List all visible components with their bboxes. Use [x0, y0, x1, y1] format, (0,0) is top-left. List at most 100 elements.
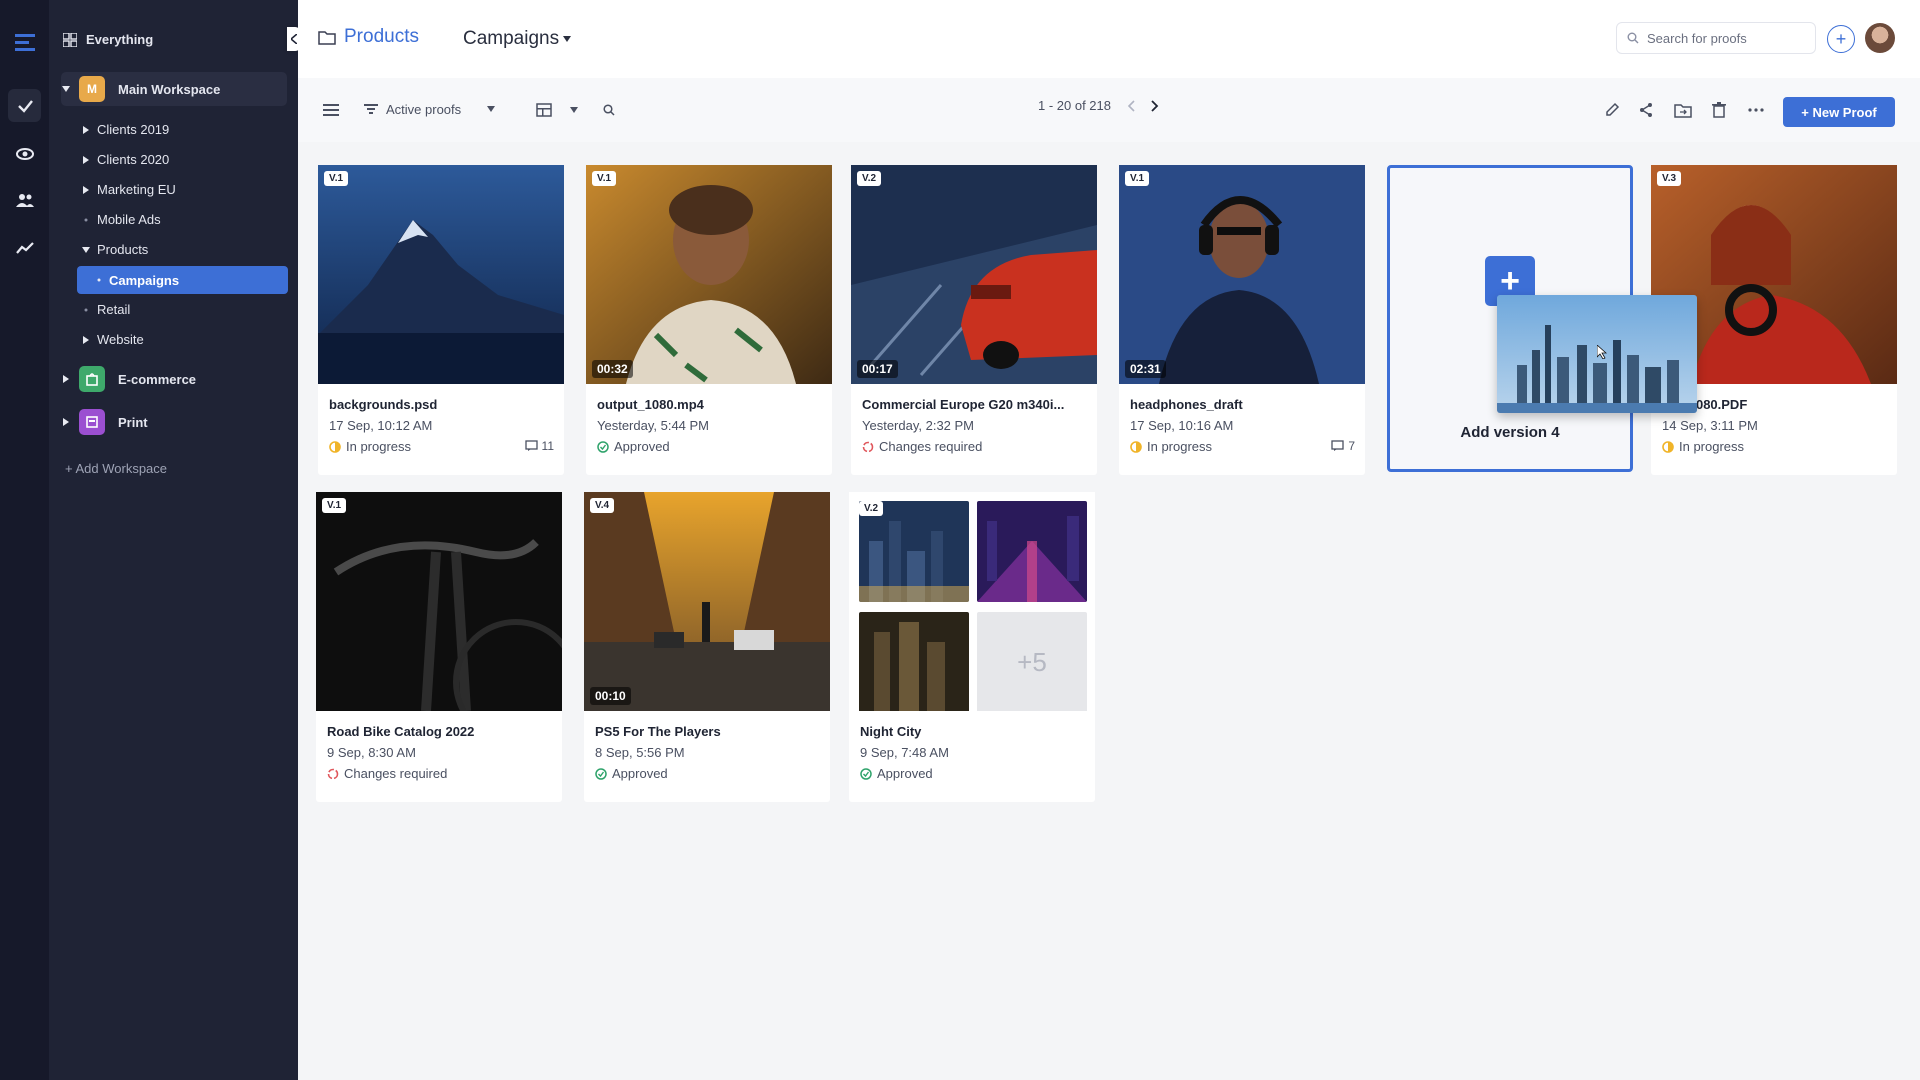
proofs-check-icon[interactable]: [8, 89, 41, 122]
proof-title[interactable]: output_1080.mp4: [597, 397, 817, 412]
folder-label: Clients 2020: [97, 152, 170, 167]
chevron-right-icon[interactable]: [81, 185, 91, 194]
dragged-skyline-image[interactable]: [1497, 295, 1697, 413]
filter-label: Active proofs: [386, 101, 462, 117]
sidebar-item-marketing-eu[interactable]: Marketing EU: [81, 182, 330, 197]
chevron-right-icon[interactable]: [61, 375, 71, 383]
chevron-down-icon[interactable]: [61, 86, 71, 92]
search-icon[interactable]: [603, 98, 615, 122]
sidebar: Everything M Main Workspace Clients 2019…: [49, 0, 298, 1080]
status-label: Changes required: [879, 439, 983, 454]
proof-card[interactable]: V.4 00:10 PS5 For The Players 8 Sep, 5:5…: [584, 492, 830, 802]
share-icon[interactable]: [1638, 98, 1654, 122]
proof-card[interactable]: V.1 backgrounds.psd 17 Sep, 10:12 AM In …: [318, 165, 564, 475]
comment-count[interactable]: 7: [1331, 439, 1355, 453]
breadcrumb-products[interactable]: Products: [318, 26, 419, 48]
caret-down-icon: [487, 106, 496, 112]
version-badge: V.3: [1657, 171, 1682, 186]
status-label: In progress: [346, 439, 412, 454]
chevron-right-icon[interactable]: [81, 155, 91, 164]
workspace-print[interactable]: Print: [61, 405, 310, 439]
changes-required-icon: [327, 768, 339, 780]
proof-title[interactable]: headphones_draft: [1130, 397, 1350, 412]
dot-icon: [81, 308, 91, 312]
sidebar-item-products[interactable]: Products: [81, 242, 330, 257]
status-changes-required: Changes required: [862, 439, 982, 454]
list-view-icon[interactable]: [323, 98, 339, 122]
proof-card[interactable]: V.1 Road Bike Catalog 2022 9 Sep, 8:30 A…: [316, 492, 562, 802]
proof-card[interactable]: V.2 00:17 Commercial Europe G20 m340i...…: [851, 165, 1097, 475]
chevron-down-icon[interactable]: [81, 246, 91, 253]
proof-thumbnail[interactable]: V.1: [316, 492, 562, 711]
chevron-right-icon[interactable]: [1151, 99, 1159, 112]
add-workspace-link[interactable]: + Add Workspace: [65, 461, 314, 476]
proof-title[interactable]: backgrounds.psd: [329, 397, 549, 412]
proof-card[interactable]: +5 V.2 Night City 9 Sep, 7:48 AM Approve…: [849, 492, 1095, 802]
proof-date: 9 Sep, 8:30 AM: [327, 745, 416, 760]
chevron-right-icon[interactable]: [81, 125, 91, 134]
folder-icon: [318, 30, 336, 45]
search-icon: [1627, 32, 1639, 44]
sidebar-item-clients-2020[interactable]: Clients 2020: [81, 152, 330, 167]
add-circle-button[interactable]: +: [1827, 25, 1855, 53]
review-eye-icon[interactable]: [8, 137, 41, 170]
workspace-ecommerce[interactable]: E-commerce: [61, 362, 310, 396]
user-avatar[interactable]: [1865, 23, 1895, 53]
proof-thumbnail[interactable]: V.1: [318, 165, 564, 384]
status-label: Approved: [612, 766, 668, 781]
proof-title[interactable]: Road Bike Catalog 2022: [327, 724, 547, 739]
new-proof-button[interactable]: + New Proof: [1783, 97, 1895, 127]
pagination: 1 - 20 of 218: [1038, 98, 1159, 113]
sidebar-item-mobile-ads[interactable]: Mobile Ads: [81, 212, 330, 227]
proof-date: 17 Sep, 10:12 AM: [329, 418, 433, 433]
proof-title[interactable]: Night City: [860, 724, 1080, 739]
sidebar-item-campaigns[interactable]: Campaigns: [77, 266, 288, 294]
version-badge: V.1: [322, 498, 347, 513]
proof-card[interactable]: V.1 02:31 headphones_draft 17 Sep, 10:16…: [1119, 165, 1365, 475]
team-users-icon[interactable]: [8, 183, 41, 216]
sidebar-item-everything[interactable]: Everything: [63, 32, 312, 47]
caret-down-icon[interactable]: [570, 98, 578, 122]
chevron-right-icon[interactable]: [81, 335, 91, 344]
workspace-main[interactable]: M Main Workspace: [61, 72, 287, 106]
portrait-man-image: [586, 165, 832, 384]
chevron-left-icon[interactable]: [1127, 99, 1135, 112]
filter-dropdown[interactable]: Active proofs: [364, 94, 514, 124]
video-duration: 00:17: [857, 360, 898, 378]
comment-count-value: 11: [541, 439, 554, 453]
menu-logo-icon[interactable]: [8, 26, 41, 59]
sidebar-item-retail[interactable]: Retail: [81, 302, 330, 317]
comment-count[interactable]: 11: [524, 439, 554, 453]
proof-title[interactable]: PS5 For The Players: [595, 724, 815, 739]
grid-icon: [63, 32, 77, 47]
breadcrumb-campaigns[interactable]: Campaigns: [463, 28, 572, 50]
video-duration: 00:32: [592, 360, 633, 378]
workspace-label: Print: [118, 414, 148, 430]
search-input[interactable]: Search for proofs: [1616, 22, 1816, 54]
layout-grid-icon[interactable]: [536, 98, 552, 122]
proof-date: 8 Sep, 5:56 PM: [595, 745, 685, 760]
sidebar-item-clients-2019[interactable]: Clients 2019: [81, 122, 330, 137]
version-badge: V.1: [592, 171, 617, 186]
proof-thumbnail[interactable]: V.1 02:31: [1119, 165, 1365, 384]
proof-thumbnail[interactable]: V.2 00:17: [851, 165, 1097, 384]
chevron-right-icon[interactable]: [61, 418, 71, 426]
trash-icon[interactable]: [1712, 98, 1726, 122]
pagination-text: 1 - 20 of 218: [1038, 98, 1111, 113]
analytics-chart-icon[interactable]: [8, 231, 41, 264]
proof-thumbnail[interactable]: V.4 00:10: [584, 492, 830, 711]
shopping-bag-icon: [79, 366, 105, 392]
proof-thumbnail[interactable]: V.1 00:32: [586, 165, 832, 384]
edit-pencil-icon[interactable]: [1604, 98, 1620, 122]
version-badge: V.2: [857, 171, 882, 186]
approved-check-icon: [597, 440, 609, 453]
more-images-count[interactable]: +5: [977, 612, 1087, 711]
proof-card[interactable]: V.1 00:32 output_1080.mp4 Yesterday, 5:4…: [586, 165, 832, 475]
more-dots-icon[interactable]: [1748, 98, 1764, 122]
proof-date: Yesterday, 5:44 PM: [597, 418, 710, 433]
proof-collage[interactable]: +5 V.2: [849, 492, 1095, 711]
proof-title[interactable]: Commercial Europe G20 m340i...: [862, 397, 1082, 412]
move-folder-icon[interactable]: [1674, 98, 1692, 122]
headphones-woman-image: [1119, 165, 1365, 384]
sidebar-item-website[interactable]: Website: [81, 332, 330, 347]
